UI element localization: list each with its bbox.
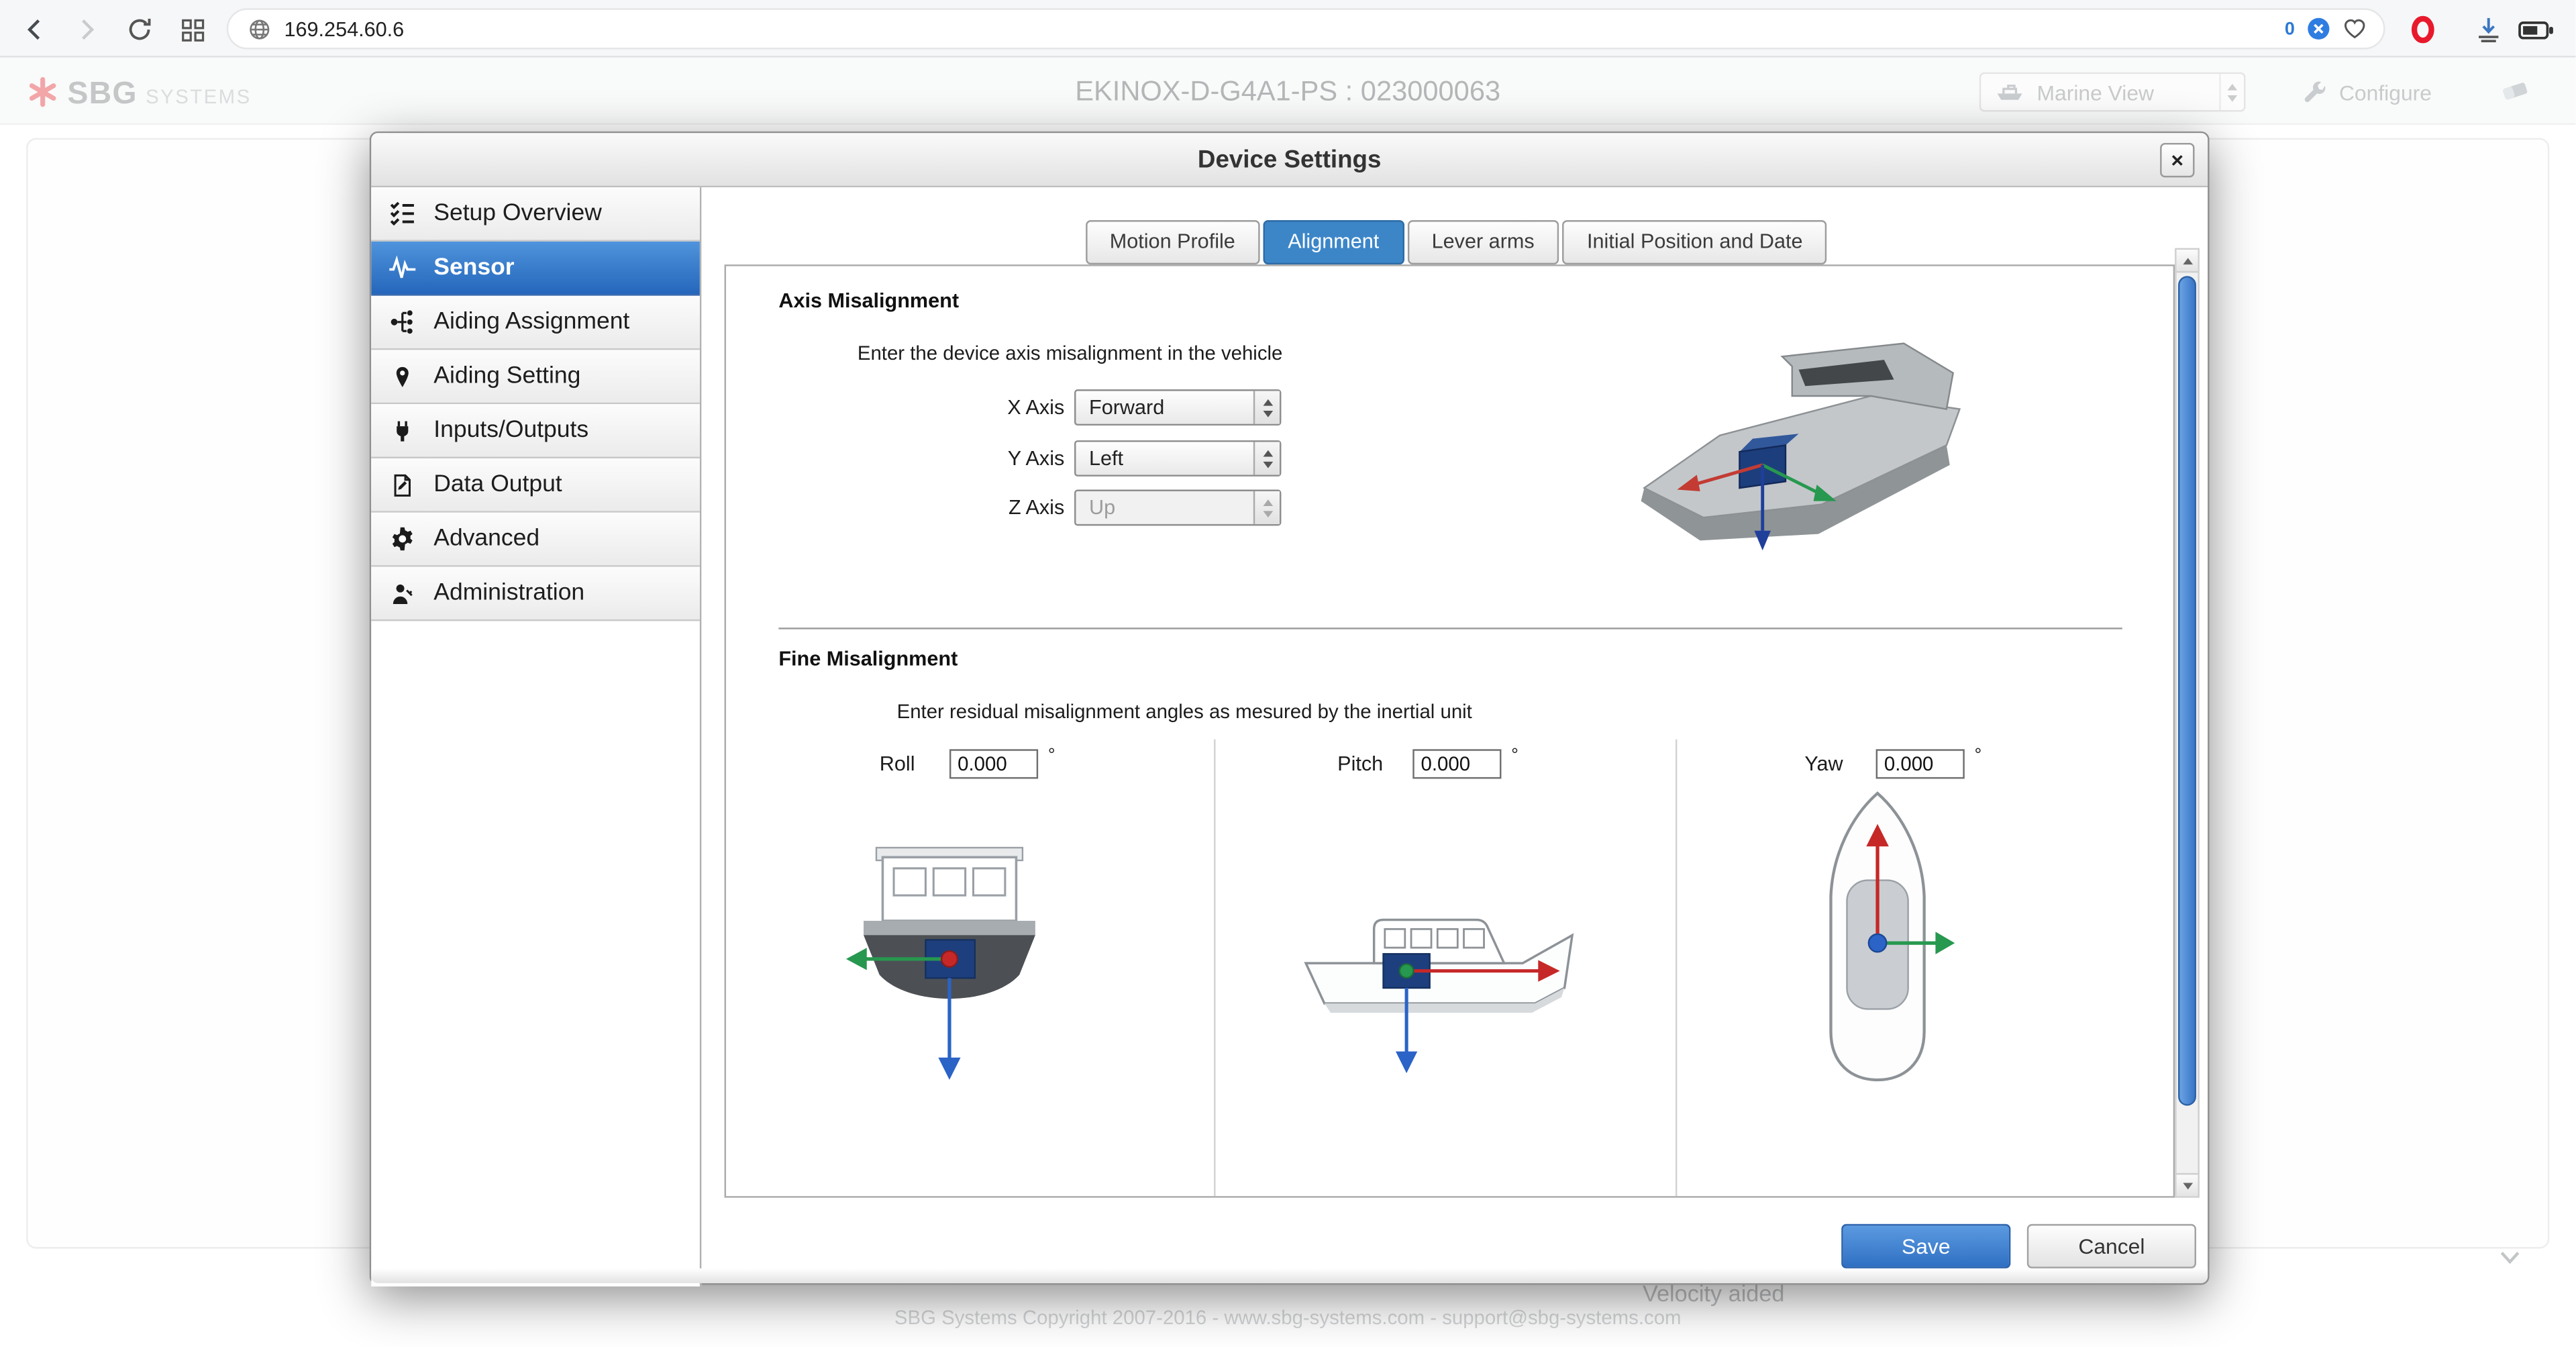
address-bar[interactable]: 169.254.60.6 0 <box>227 8 2385 49</box>
z-axis-select: Up <box>1074 490 1281 526</box>
axis-misalignment-heading: Axis Misalignment <box>778 289 959 312</box>
dialog-titlebar: Device Settings × <box>371 133 2208 187</box>
sidebar-item-sensor[interactable]: Sensor <box>371 242 700 296</box>
fine-misalignment-instruction: Enter residual misalignment angles as me… <box>897 700 1472 723</box>
dialog-title: Device Settings <box>371 133 2208 187</box>
scroll-up-icon[interactable] <box>2177 250 2198 272</box>
scrollbar-thumb[interactable] <box>2178 276 2196 1105</box>
browser-toolbar: 169.254.60.6 0 <box>0 0 2575 58</box>
spinner-arrows-icon <box>1253 491 1280 524</box>
battery-icon[interactable] <box>2516 11 2556 48</box>
waveform-icon <box>388 254 417 281</box>
node-tree-icon <box>388 309 417 335</box>
tab-motion-profile[interactable]: Motion Profile <box>1085 220 1260 264</box>
map-pin-icon <box>388 363 417 389</box>
spinner-arrows-icon[interactable] <box>1253 442 1280 475</box>
document-edit-icon <box>388 472 417 498</box>
sidebar-item-administration[interactable]: Administration <box>371 567 700 621</box>
admin-user-icon <box>388 580 417 606</box>
spinner-arrows-icon[interactable] <box>1253 391 1280 424</box>
x-axis-select[interactable]: Forward <box>1074 389 1281 426</box>
pitch-label: Pitch <box>1284 749 1383 779</box>
checklist-icon <box>388 201 417 227</box>
y-axis-select[interactable]: Left <box>1074 440 1281 477</box>
column-divider <box>1214 740 1215 1198</box>
panel-scrollbar[interactable] <box>2175 248 2200 1198</box>
sidebar-item-aiding-setting[interactable]: Aiding Setting <box>371 350 700 404</box>
heart-icon[interactable] <box>2342 16 2367 41</box>
yaw-input[interactable] <box>1876 749 1965 779</box>
sidebar-item-data-output[interactable]: Data Output <box>371 458 700 513</box>
globe-icon <box>248 17 271 40</box>
boat-3d-image <box>1621 291 1983 562</box>
blocked-count-text: 0 <box>2285 19 2295 38</box>
plug-icon <box>388 417 417 444</box>
alignment-panel: Axis Misalignment Enter the device axis … <box>725 264 2175 1197</box>
scroll-down-icon[interactable] <box>2177 1173 2198 1196</box>
forward-icon[interactable] <box>69 11 105 48</box>
pitch-input[interactable] <box>1412 749 1501 779</box>
settings-sidebar: Setup Overview Sensor Aiding Assignment … <box>371 187 701 1287</box>
circle-x-badge-icon[interactable] <box>2306 16 2331 41</box>
opera-menu-icon[interactable] <box>2405 11 2441 48</box>
sidebar-item-aiding-assignment[interactable]: Aiding Assignment <box>371 296 700 350</box>
z-axis-label: Z Axis <box>907 490 1064 526</box>
x-axis-label: X Axis <box>907 389 1064 426</box>
reload-icon[interactable] <box>121 11 158 48</box>
tab-alignment[interactable]: Alignment <box>1263 220 1404 264</box>
save-button[interactable]: Save <box>1841 1224 2010 1268</box>
url-text: 169.254.60.6 <box>285 17 405 40</box>
boat-side-view-image <box>1288 861 1593 1086</box>
device-settings-dialog: Device Settings × Setup Overview Sensor <box>370 132 2210 1285</box>
degree-unit: ° <box>1974 746 1981 765</box>
roll-input[interactable] <box>949 749 1038 779</box>
speed-dial-icon[interactable] <box>174 11 210 48</box>
axis-misalignment-instruction: Enter the device axis misalignment in th… <box>858 342 1283 364</box>
back-icon[interactable] <box>16 11 52 48</box>
roll-label: Roll <box>817 749 915 779</box>
sidebar-item-setup-overview[interactable]: Setup Overview <box>371 187 700 242</box>
column-divider <box>1676 740 1677 1198</box>
cancel-button[interactable]: Cancel <box>2027 1224 2196 1268</box>
fine-misalignment-heading: Fine Misalignment <box>778 648 958 670</box>
settings-tabs: Motion Profile Alignment Lever arms Init… <box>701 220 2211 264</box>
gear-icon <box>388 526 417 552</box>
tab-initial-position-and-date[interactable]: Initial Position and Date <box>1562 220 1827 264</box>
boat-top-view-image <box>1797 785 1958 1105</box>
screen: 169.254.60.6 0 <box>0 0 2575 1347</box>
yaw-label: Yaw <box>1745 749 1843 779</box>
sidebar-item-advanced[interactable]: Advanced <box>371 513 700 567</box>
y-axis-label: Y Axis <box>907 440 1064 477</box>
degree-unit: ° <box>1048 746 1055 765</box>
boat-front-view-image <box>837 844 1061 1099</box>
dialog-bottom-strip <box>371 1268 2208 1283</box>
section-divider <box>778 628 2122 629</box>
degree-unit: ° <box>1511 746 1518 765</box>
close-button[interactable]: × <box>2160 143 2194 177</box>
tab-lever-arms[interactable]: Lever arms <box>1407 220 1559 264</box>
sidebar-item-inputs-outputs[interactable]: Inputs/Outputs <box>371 404 700 458</box>
download-icon[interactable] <box>2471 11 2507 48</box>
